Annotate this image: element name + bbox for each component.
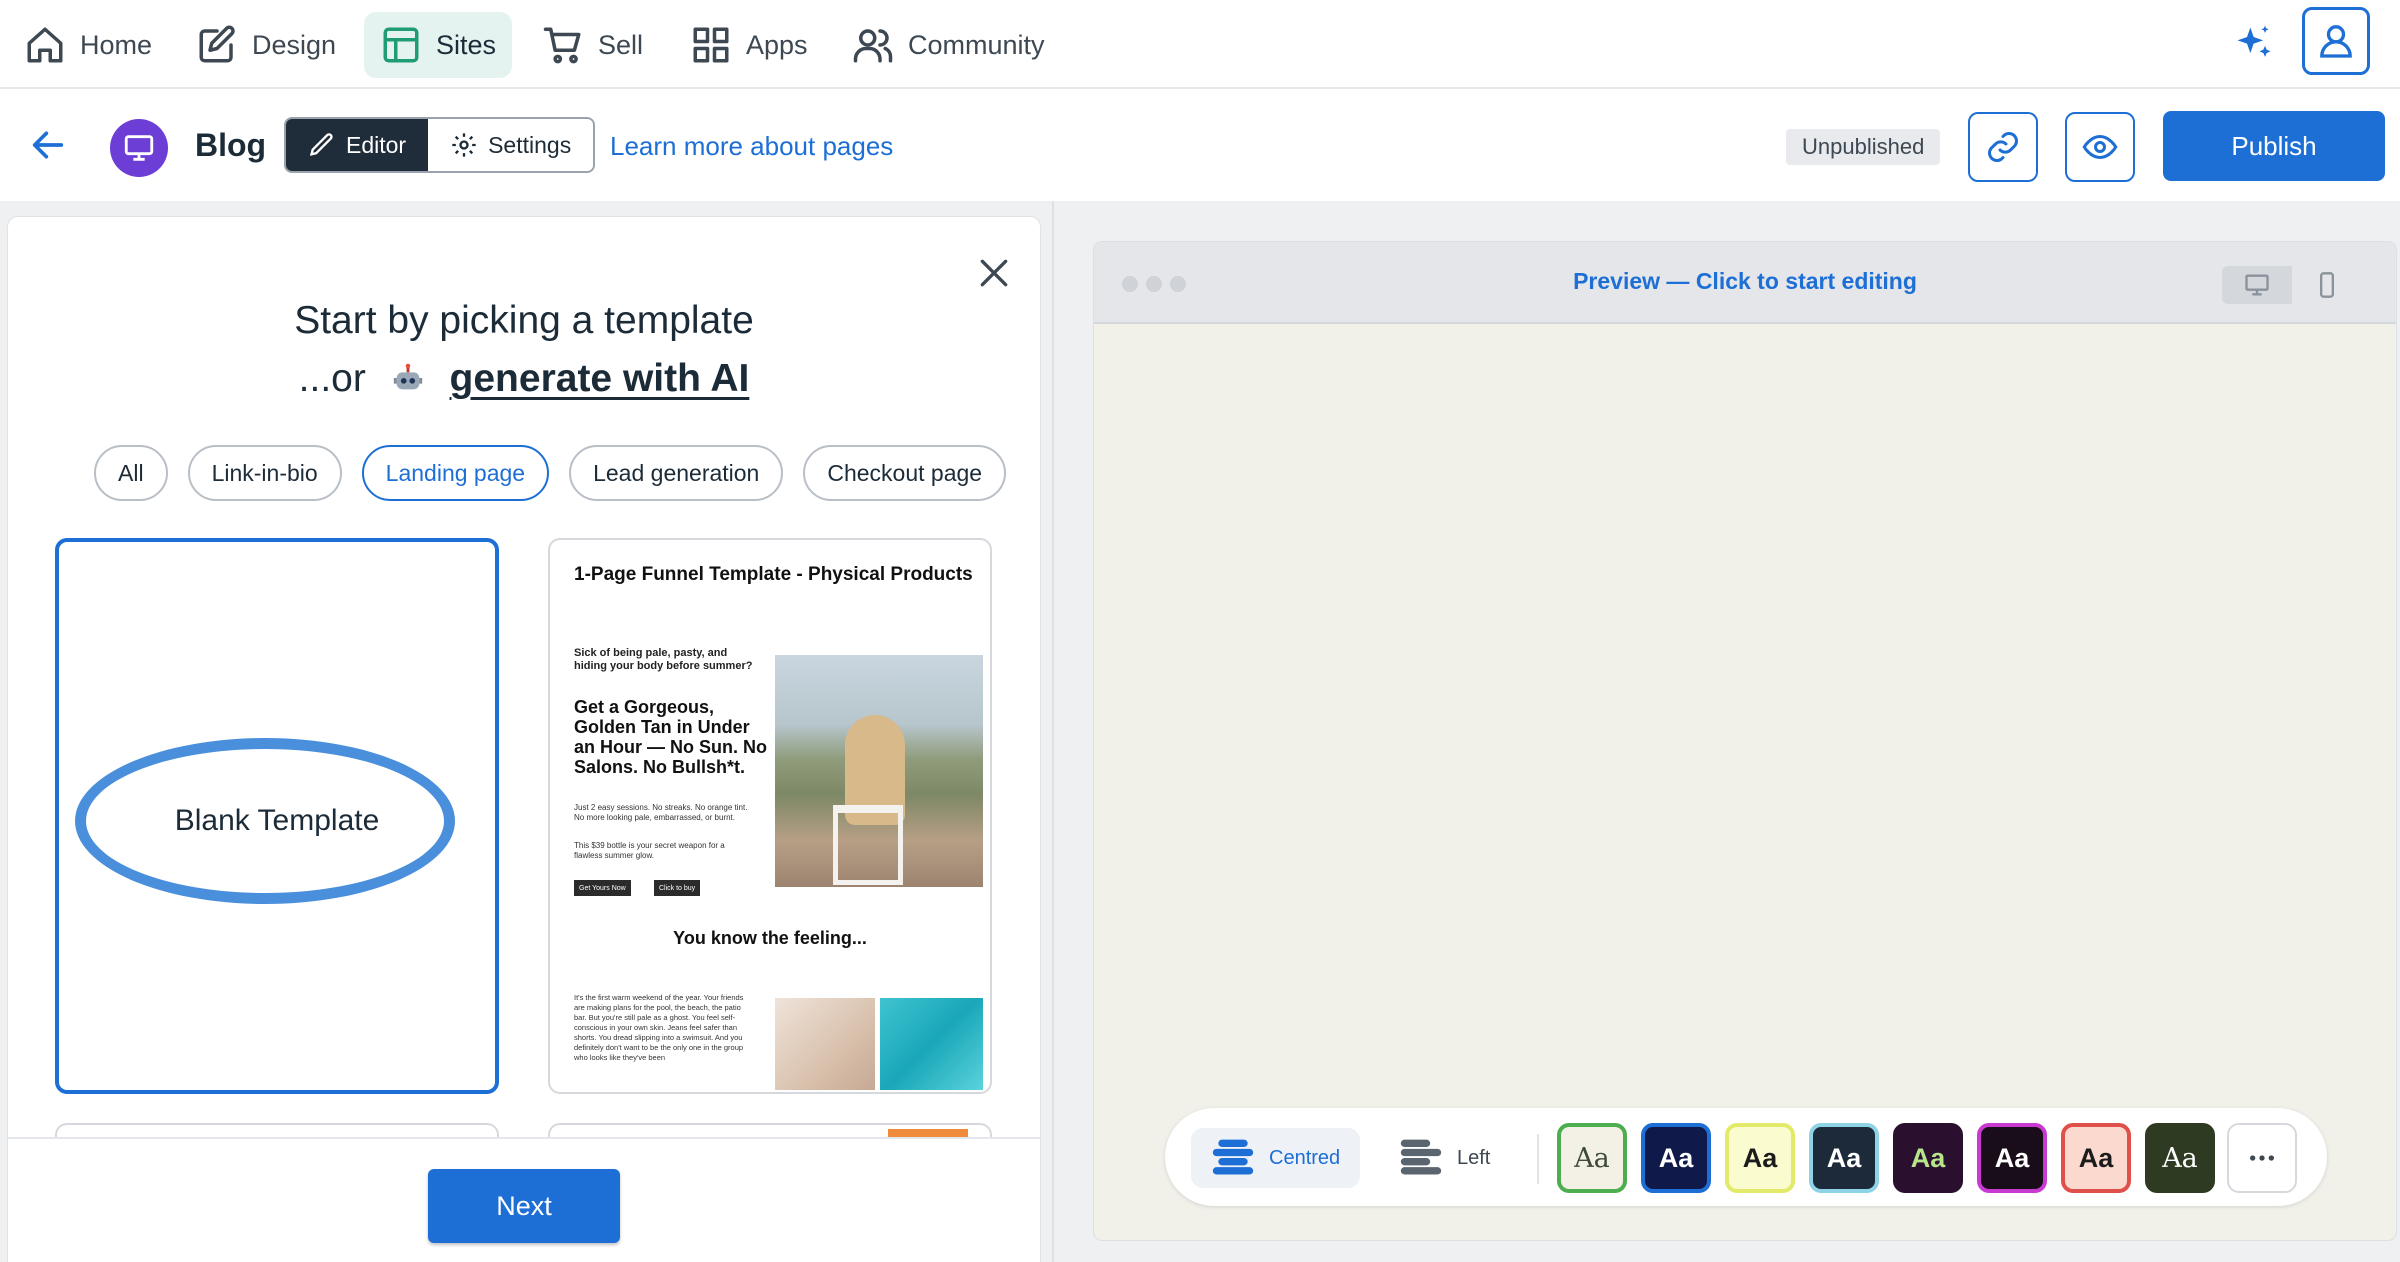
template-image-skin <box>775 998 875 1090</box>
toolbar-divider <box>1537 1134 1539 1184</box>
mode-toggle: Editor Settings <box>284 117 596 173</box>
template-cta-button: Get Yours Now <box>574 880 631 896</box>
layout-icon <box>383 27 419 63</box>
grid-icon <box>693 27 729 63</box>
user-icon <box>2320 25 2352 58</box>
eye-icon <box>2082 134 2118 160</box>
filter-chip-link-in-bio[interactable]: Link-in-bio <box>187 445 342 501</box>
template-card-title: 1-Page Funnel Template - Physical Produc… <box>574 564 973 585</box>
preview-button[interactable] <box>2065 112 2135 182</box>
preview-title[interactable]: Preview — Click to start editing <box>1094 268 2396 295</box>
more-themes-button[interactable] <box>2227 1123 2297 1193</box>
next-button[interactable]: Next <box>428 1169 620 1243</box>
template-picker-panel: Start by picking a template ...or genera… <box>8 217 1040 1262</box>
align-left-button[interactable]: Left <box>1379 1128 1510 1188</box>
nav-item-community[interactable]: Community <box>836 12 1061 78</box>
filter-chip-landing-page[interactable]: Landing page <box>361 445 550 501</box>
generate-ai-link[interactable]: generate with AI <box>450 357 750 400</box>
panel-footer: Next <box>8 1137 1040 1262</box>
theme-swatch[interactable]: Aa <box>1809 1123 1879 1193</box>
align-centred-label: Centred <box>1269 1146 1341 1169</box>
theme-swatch[interactable]: Aa <box>1893 1123 1963 1193</box>
desktop-icon <box>2245 274 2269 296</box>
pencil-icon <box>309 133 333 156</box>
align-left-icon <box>1400 1139 1442 1175</box>
nav-item-label: Community <box>908 29 1045 60</box>
panel-title: Start by picking a template <box>294 299 754 342</box>
filter-chip-all[interactable]: All <box>94 445 168 501</box>
editor-tab-label: Editor <box>346 131 407 158</box>
top-navigation: Home Design Sites Sell Apps Community <box>0 0 2400 89</box>
settings-tab[interactable]: Settings <box>428 119 594 171</box>
nav-item-home[interactable]: Home <box>8 12 168 78</box>
align-centred-button[interactable]: Centred <box>1191 1128 1361 1188</box>
theme-swatch[interactable]: Aa <box>1641 1123 1711 1193</box>
theme-swatch[interactable]: Aa <box>2061 1123 2131 1193</box>
nav-item-label: Apps <box>746 29 808 60</box>
link-icon <box>1988 132 2018 162</box>
monitor-icon <box>124 135 154 161</box>
blank-template-card[interactable]: Blank Template <box>55 538 499 1094</box>
nav-item-sites[interactable]: Sites <box>364 12 513 78</box>
blank-template-label: Blank Template <box>174 804 380 837</box>
site-avatar <box>110 119 168 177</box>
account-button[interactable] <box>2302 7 2370 75</box>
template-headline: Get a Gorgeous, Golden Tan in Under an H… <box>574 697 767 777</box>
template-subheading: You know the feeling... <box>673 928 867 948</box>
robot-icon <box>393 363 422 390</box>
nav-item-label: Sites <box>436 29 497 60</box>
nav-item-label: Sell <box>598 29 644 60</box>
cart-icon <box>543 27 581 64</box>
filter-chip-checkout-page[interactable]: Checkout page <box>803 445 1007 501</box>
more-horizontal-icon <box>2250 1155 2274 1161</box>
pencil-square-icon <box>199 25 235 63</box>
close-icon[interactable] <box>974 253 1014 293</box>
image-chair <box>833 805 903 885</box>
desktop-view-button[interactable] <box>2222 266 2292 304</box>
page-title: Blog <box>195 127 267 163</box>
publish-button[interactable]: Publish <box>2163 111 2385 181</box>
funnel-template-card[interactable]: 1-Page Funnel Template - Physical Produc… <box>548 538 992 1094</box>
template-body-text: Just 2 easy sessions. No streaks. No ora… <box>574 803 748 822</box>
template-image-pool <box>880 998 983 1090</box>
home-icon <box>27 27 63 63</box>
theme-swatch[interactable]: Aa <box>1977 1123 2047 1193</box>
template-body-text-2: This $39 bottle is your secret weapon fo… <box>574 841 725 860</box>
preview-toolbar: Preview — Click to start editing <box>1094 242 2396 324</box>
gear-icon <box>452 133 476 157</box>
sparkle-icon[interactable] <box>2232 22 2276 66</box>
theme-swatch[interactable]: Aa <box>1725 1123 1795 1193</box>
nav-item-apps[interactable]: Apps <box>674 12 824 78</box>
preview-frame[interactable]: Preview — Click to start editing <box>1094 242 2396 1240</box>
nav-item-label: Home <box>80 29 153 60</box>
learn-more-link[interactable]: Learn more about pages <box>610 131 893 162</box>
panel-subtitle: ...or generate with AI <box>8 357 1040 401</box>
settings-tab-label: Settings <box>488 131 572 158</box>
users-icon <box>853 29 893 63</box>
copy-link-button[interactable] <box>1968 112 2038 182</box>
mobile-view-button[interactable] <box>2292 266 2362 304</box>
template-story-text: It's the first warm weekend of the year.… <box>574 993 744 1062</box>
back-arrow-icon[interactable] <box>28 125 68 165</box>
template-hero-image <box>775 655 983 887</box>
style-toolbar: Centred Left Aa Aa Aa Aa Aa Aa Aa Aa <box>1165 1108 2327 1206</box>
editor-tab[interactable]: Editor <box>286 119 429 171</box>
nav-item-label: Design <box>252 29 337 60</box>
nav-item-sell[interactable]: Sell <box>526 12 659 78</box>
align-center-icon <box>1212 1139 1254 1175</box>
mobile-icon <box>2320 272 2334 298</box>
template-lead-text: Sick of being pale, pasty, and hiding yo… <box>574 647 753 672</box>
page-header: Blog Editor Settings Learn more about pa… <box>0 89 2400 201</box>
status-badge: Unpublished <box>1786 129 1941 165</box>
template-secondary-button: Click to buy <box>654 880 701 896</box>
align-left-label: Left <box>1457 1146 1491 1169</box>
theme-swatch[interactable]: Aa <box>1557 1123 1627 1193</box>
subtitle-prefix: ...or <box>298 357 366 400</box>
filter-chips: All Link-in-bio Landing page Lead genera… <box>94 445 1007 501</box>
nav-item-design[interactable]: Design <box>180 12 352 78</box>
filter-chip-lead-generation[interactable]: Lead generation <box>569 445 784 501</box>
theme-swatch[interactable]: Aa <box>2145 1123 2215 1193</box>
device-toggle <box>2222 266 2362 304</box>
